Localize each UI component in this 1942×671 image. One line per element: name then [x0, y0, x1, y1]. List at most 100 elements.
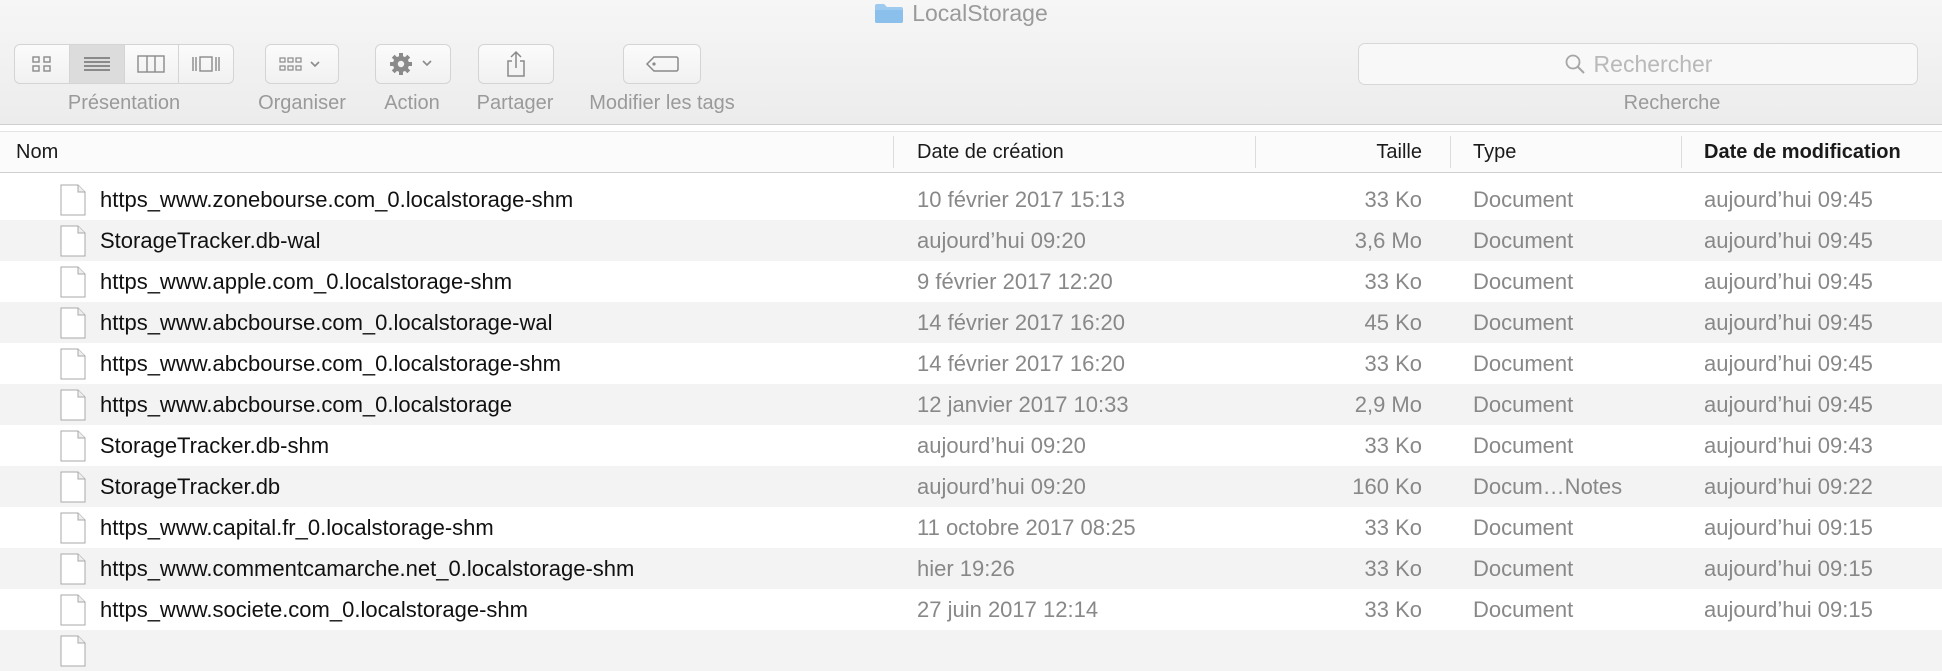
file-row[interactable]: https_www.capital.fr_0.localstorage-shm … [0, 507, 1942, 548]
file-row[interactable]: https_www.zonebourse.com_0.localstorage-… [0, 179, 1942, 220]
file-size: 33 Ko [1364, 515, 1423, 540]
share-button[interactable] [478, 44, 554, 84]
file-row[interactable]: https_www.societe.com_0.localstorage-shm… [0, 589, 1942, 630]
file-row[interactable]: https_www.abcbourse.com_0.localstorage-s… [0, 343, 1942, 384]
column-divider[interactable] [893, 136, 894, 168]
action-button[interactable] [375, 44, 451, 84]
file-created: 14 février 2017 16:20 [917, 351, 1125, 376]
file-created: aujourd’hui 09:20 [917, 433, 1086, 458]
share-icon [507, 50, 525, 77]
file-type: Document [1473, 310, 1574, 335]
file-size: 2,9 Mo [1354, 392, 1422, 417]
organize-label: Organiser [258, 92, 346, 114]
file-name: https_www.commentcamarche.net_0.localsto… [100, 556, 635, 581]
document-icon [60, 348, 86, 380]
file-type: Docum…Notes [1473, 474, 1623, 499]
file-name: https_www.zonebourse.com_0.localstorage-… [100, 187, 574, 212]
window-title: LocalStorage [912, 0, 1048, 26]
document-icon [60, 307, 86, 339]
file-type: Document [1473, 556, 1574, 581]
gear-icon [390, 53, 432, 75]
file-name: StorageTracker.db [100, 474, 281, 499]
finder-toolbar: LocalStorage Présentation Organiser Acti… [0, 0, 1942, 125]
file-modified: aujourd’hui 09:45 [1704, 269, 1873, 294]
column-header-size[interactable]: Taille [1376, 132, 1422, 172]
file-row[interactable]: https_www.apple.com_0.localstorage-shm 9… [0, 261, 1942, 302]
list-view-button[interactable] [69, 45, 125, 83]
file-size: 3,6 Mo [1354, 228, 1422, 253]
file-created: 10 février 2017 15:13 [917, 187, 1125, 212]
document-icon [60, 512, 86, 544]
file-size: 33 Ko [1364, 269, 1423, 294]
file-created: 9 février 2017 12:20 [917, 269, 1113, 294]
file-created: 27 juin 2017 12:14 [917, 597, 1099, 622]
column-view-icon [137, 55, 166, 73]
file-type: Document [1473, 228, 1574, 253]
action-label: Action [384, 92, 440, 114]
file-modified: aujourd’hui 09:15 [1704, 515, 1873, 540]
file-type: Document [1473, 597, 1574, 622]
file-created: 11 octobre 2017 08:25 [917, 515, 1136, 540]
file-row[interactable]: StorageTracker.db-wal aujourd’hui 09:20 … [0, 220, 1942, 261]
file-row-partial[interactable] [0, 630, 1942, 671]
file-row[interactable]: StorageTracker.db aujourd’hui 09:20 160 … [0, 466, 1942, 507]
file-type: Document [1473, 433, 1574, 458]
column-divider[interactable] [1450, 136, 1451, 168]
gallery-view-button[interactable] [179, 45, 233, 83]
file-modified: aujourd’hui 09:45 [1704, 351, 1873, 376]
column-header-name[interactable]: Nom [16, 132, 58, 172]
file-row[interactable]: https_www.commentcamarche.net_0.localsto… [0, 548, 1942, 589]
column-view-button[interactable] [125, 45, 180, 83]
edit-tags-button[interactable] [623, 44, 701, 84]
organize-button[interactable] [265, 44, 339, 84]
search-field[interactable]: Rechercher [1358, 43, 1918, 85]
file-row[interactable]: https_www.abcbourse.com_0.localstorage-w… [0, 302, 1942, 343]
file-type: Document [1473, 351, 1574, 376]
document-icon [60, 471, 86, 503]
search-placeholder: Rechercher [1593, 50, 1713, 77]
search-icon [1565, 54, 1585, 74]
column-header-created[interactable]: Date de création [917, 132, 1064, 172]
view-mode-control[interactable] [14, 44, 234, 84]
icon-view-button[interactable] [15, 45, 70, 83]
file-size: 160 Ko [1352, 474, 1422, 499]
file-created: aujourd’hui 09:20 [917, 228, 1086, 253]
document-icon [60, 225, 86, 257]
column-header-type[interactable]: Type [1473, 132, 1516, 172]
view-mode-label: Présentation [67, 92, 181, 114]
folder-icon [875, 3, 904, 23]
arrange-grid-icon [279, 57, 320, 71]
window-title-bar: LocalStorage [0, 0, 1942, 30]
file-name: https_www.abcbourse.com_0.localstorage [100, 392, 513, 417]
column-divider[interactable] [1681, 136, 1682, 168]
file-modified: aujourd’hui 09:15 [1704, 556, 1873, 581]
file-type: Document [1473, 187, 1574, 212]
file-type: Document [1473, 269, 1574, 294]
file-name: https_www.abcbourse.com_0.localstorage-s… [100, 351, 562, 376]
file-modified: aujourd’hui 09:45 [1704, 392, 1873, 417]
document-icon [60, 553, 86, 585]
file-size: 33 Ko [1364, 351, 1423, 376]
file-modified: aujourd’hui 09:45 [1704, 187, 1873, 212]
gallery-view-icon [192, 56, 220, 72]
file-row[interactable]: https_www.abcbourse.com_0.localstorage 1… [0, 384, 1942, 425]
file-list: https_www.zonebourse.com_0.localstorage-… [0, 179, 1942, 671]
column-header-modified[interactable]: Date de modification [1704, 132, 1901, 172]
document-icon [60, 635, 86, 667]
file-size: 33 Ko [1364, 597, 1423, 622]
file-size: 33 Ko [1364, 187, 1423, 212]
file-modified: aujourd’hui 09:45 [1704, 228, 1873, 253]
file-created: aujourd’hui 09:20 [917, 474, 1086, 499]
file-name: https_www.capital.fr_0.localstorage-shm [100, 515, 494, 540]
document-icon [60, 389, 86, 421]
file-modified: aujourd’hui 09:15 [1704, 597, 1873, 622]
column-divider[interactable] [1255, 136, 1256, 168]
icon-view-icon [32, 56, 51, 72]
tag-icon [645, 56, 679, 72]
file-type: Document [1473, 392, 1574, 417]
document-icon [60, 266, 86, 298]
file-name: https_www.apple.com_0.localstorage-shm [100, 269, 513, 294]
document-icon [60, 184, 86, 216]
file-row[interactable]: StorageTracker.db-shm aujourd’hui 09:20 … [0, 425, 1942, 466]
file-created: 14 février 2017 16:20 [917, 310, 1125, 335]
